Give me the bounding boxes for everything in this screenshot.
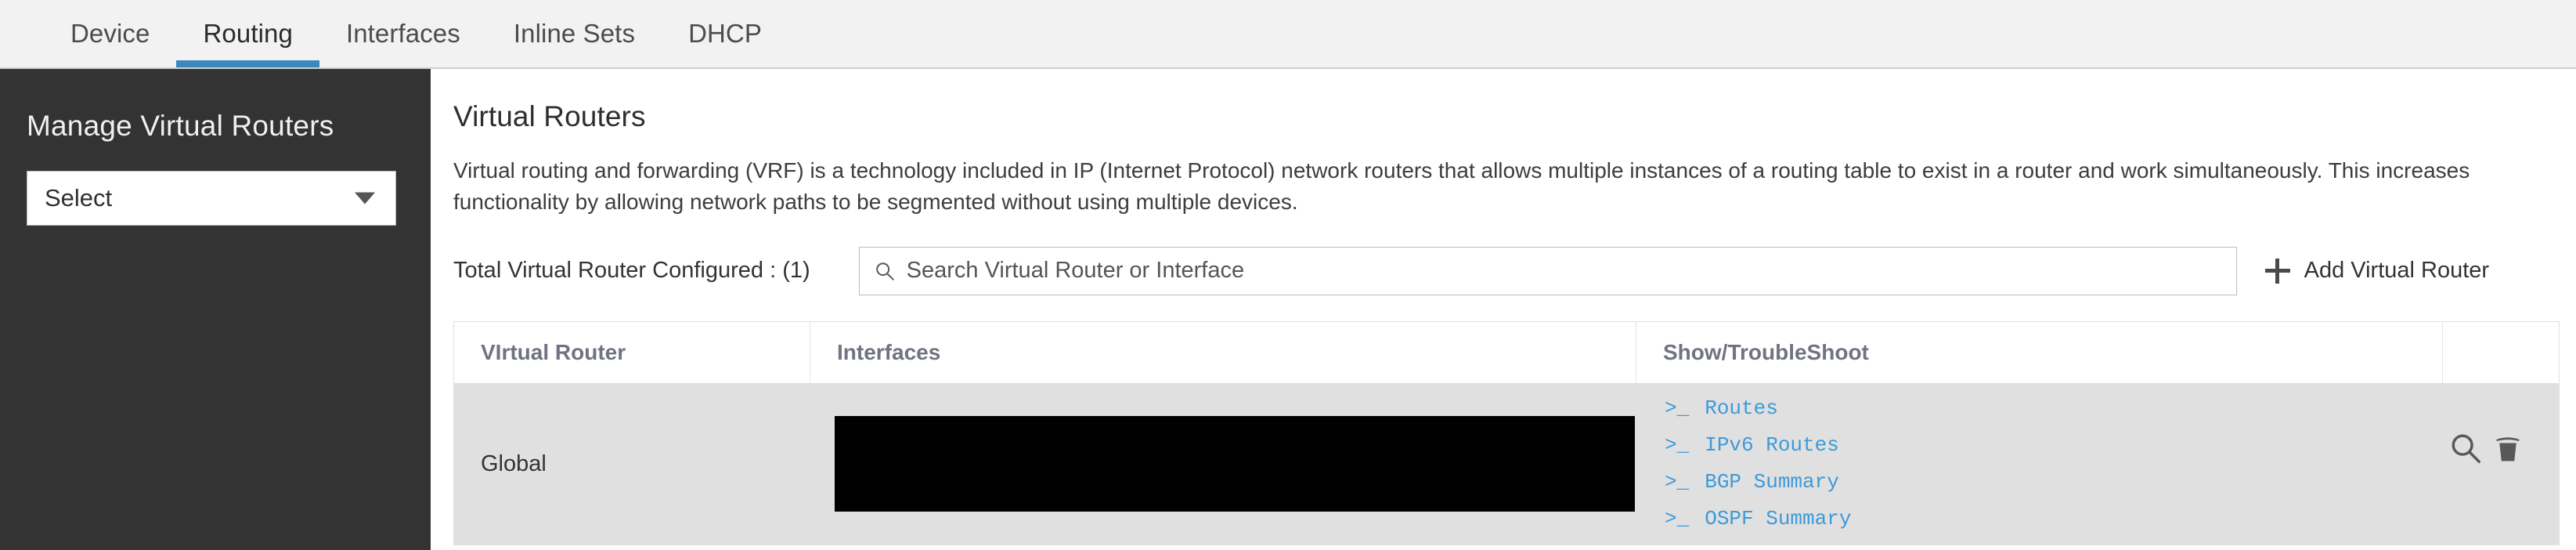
show-ospf-summary-link[interactable]: >_ OSPF Summary <box>1665 508 1851 529</box>
show-routes-link[interactable]: >_ Routes <box>1665 398 1778 418</box>
table-toolbar: Total Virtual Router Configured : (1) Ad… <box>453 246 2576 295</box>
add-virtual-router-label: Add Virtual Router <box>2304 258 2490 283</box>
tab-inline-sets[interactable]: Inline Sets <box>487 0 662 67</box>
tab-routing-label: Routing <box>203 19 293 48</box>
show-bgp-summary-link[interactable]: >_ BGP Summary <box>1665 472 1839 492</box>
virtual-routers-page: Device Routing Interfaces Inline Sets DH… <box>0 0 2576 550</box>
virtual-router-select-value: Select <box>45 184 113 212</box>
add-virtual-router-button[interactable]: Add Virtual Router <box>2264 258 2490 284</box>
delete-icon[interactable] <box>2490 430 2526 466</box>
cell-show-troubleshoot: >_ Routes >_ IPv6 Routes >_ BGP Summary >_ O… <box>1636 383 2443 545</box>
cell-virtual-router-name: Global <box>481 450 547 476</box>
column-header-show-troubleshoot[interactable]: Show/TroubleShoot <box>1636 321 2443 383</box>
tab-interfaces[interactable]: Interfaces <box>319 0 487 67</box>
view-icon[interactable] <box>2448 430 2484 466</box>
table-row[interactable]: Global >_ Routes >_ IPv6 Routes >_ BGP Summ… <box>454 382 2559 545</box>
table-header-row: VIrtual Router Interfaces Show/TroubleSh… <box>454 321 2559 383</box>
tab-device-label: Device <box>70 19 150 48</box>
tab-interfaces-label: Interfaces <box>345 19 460 48</box>
show-ospf-summary-label: OSPF Summary <box>1705 506 1852 530</box>
virtual-routers-table: VIrtual Router Interfaces Show/TroubleSh… <box>453 320 2560 545</box>
column-header-actions <box>2443 322 2559 383</box>
plus-icon <box>2264 258 2290 284</box>
search-field[interactable] <box>858 246 2237 295</box>
chevron-down-icon <box>355 192 375 204</box>
sidebar: Manage Virtual Routers Select <box>0 69 431 550</box>
page-title: Virtual Routers <box>453 100 646 132</box>
column-header-virtual-router[interactable]: VIrtual Router <box>454 321 810 383</box>
tab-routing[interactable]: Routing <box>176 0 320 67</box>
tab-inline-sets-label: Inline Sets <box>513 19 636 48</box>
search-icon <box>875 262 894 280</box>
tab-dhcp[interactable]: DHCP <box>662 0 788 67</box>
show-ipv6-routes-label: IPv6 Routes <box>1705 432 1839 457</box>
terminal-prompt-icon: >_ <box>1665 432 1690 457</box>
virtual-router-select[interactable]: Select <box>27 171 396 226</box>
cell-actions <box>2443 383 2559 545</box>
search-input[interactable] <box>906 249 2191 292</box>
sidebar-title: Manage Virtual Routers <box>27 110 334 142</box>
terminal-prompt-icon: >_ <box>1665 469 1690 494</box>
total-virtual-routers-label: Total Virtual Router Configured : (1) <box>453 258 810 283</box>
redacted-block <box>835 416 1635 512</box>
main-content: Virtual Routers Virtual routing and forw… <box>431 69 2576 550</box>
page-description: Virtual routing and forwarding (VRF) is … <box>453 158 2470 214</box>
show-routes-label: Routes <box>1705 396 1778 420</box>
cell-interfaces <box>810 383 1636 545</box>
terminal-prompt-icon: >_ <box>1665 506 1690 530</box>
column-header-interfaces[interactable]: Interfaces <box>810 321 1636 383</box>
device-tab-bar: Device Routing Interfaces Inline Sets DH… <box>0 0 2576 69</box>
show-bgp-summary-label: BGP Summary <box>1705 469 1839 494</box>
terminal-prompt-icon: >_ <box>1665 396 1690 420</box>
show-ipv6-routes-link[interactable]: >_ IPv6 Routes <box>1665 435 1839 455</box>
tab-dhcp-label: DHCP <box>688 19 762 48</box>
tab-device[interactable]: Device <box>44 0 176 67</box>
